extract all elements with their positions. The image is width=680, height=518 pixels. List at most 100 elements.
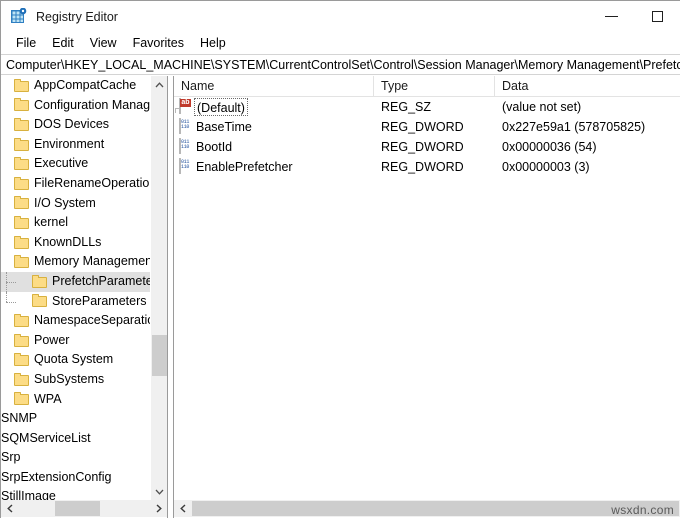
- folder-icon: [14, 138, 30, 152]
- registry-value-row[interactable]: 011110 BootId REG_DWORD 0x00000036 (54): [174, 137, 680, 157]
- folder-icon: [14, 255, 30, 269]
- tree-horizontal-scroll-thumb[interactable]: [55, 501, 100, 516]
- registry-values-pane: Name Type Data ab(Default)REG_SZ(value n…: [174, 76, 680, 518]
- menu-item-view[interactable]: View: [82, 34, 125, 52]
- tree-connector-line: [6, 282, 16, 283]
- folder-icon: [14, 353, 30, 367]
- tree-item-subsystems[interactable]: SubSystems: [1, 370, 150, 390]
- registry-value-type: REG_DWORD: [381, 117, 464, 137]
- tree-scroll-down-button[interactable]: [151, 483, 168, 500]
- folder-icon: [14, 314, 30, 328]
- folder-icon: [14, 118, 30, 132]
- caption-button-group: [588, 1, 680, 32]
- registry-value-data: 0x00000036 (54): [502, 137, 597, 157]
- minimize-button[interactable]: [588, 1, 634, 32]
- tree-item-label: SQMServiceList: [1, 429, 91, 449]
- tree-scroll-right-button[interactable]: [150, 500, 167, 517]
- tree-item-i-o-system[interactable]: I/O System: [1, 194, 150, 214]
- menu-bar: File Edit View Favorites Help: [1, 32, 680, 54]
- tree-item-filerenameoperations[interactable]: FileRenameOperations: [1, 174, 150, 194]
- registry-editor-window: Registry Editor File Edit View Favorites…: [0, 0, 680, 518]
- tree-item-label: kernel: [34, 213, 68, 233]
- tree-item-label: Srp: [1, 448, 20, 468]
- tree-item-dos-devices[interactable]: DOS Devices: [1, 115, 150, 135]
- maximize-button[interactable]: [634, 1, 680, 32]
- tree-connector-line: [6, 292, 7, 302]
- tree-scroll-left-button[interactable]: [1, 500, 18, 517]
- tree-item-environment[interactable]: Environment: [1, 135, 150, 155]
- address-bar[interactable]: Computer\HKEY_LOCAL_MACHINE\SYSTEM\Curre…: [1, 54, 680, 75]
- menu-item-edit[interactable]: Edit: [44, 34, 82, 52]
- registry-editor-icon: [10, 8, 27, 25]
- column-header-name[interactable]: Name: [174, 76, 374, 96]
- tree-item-sqmservicelist[interactable]: SQMServiceList: [1, 429, 150, 449]
- tree-item-label: I/O System: [34, 194, 96, 214]
- menu-item-favorites[interactable]: Favorites: [125, 34, 192, 52]
- tree-item-namespaceseparation[interactable]: NamespaceSeparation: [1, 311, 150, 331]
- tree-item-quota-system[interactable]: Quota System: [1, 350, 150, 370]
- tree-item-label: DOS Devices: [34, 115, 109, 135]
- tree-item-memory-management[interactable]: Memory Management: [1, 252, 150, 272]
- registry-value-row[interactable]: 011110BaseTimeREG_DWORD0x227e59a1 (57870…: [174, 117, 680, 137]
- tree-vertical-scrollbar[interactable]: [150, 76, 167, 500]
- pane-splitter[interactable]: [167, 76, 174, 518]
- tree-item-label: SrpExtensionConfig: [1, 468, 111, 488]
- registry-value-type: REG_SZ: [381, 97, 431, 117]
- folder-icon: [14, 216, 30, 230]
- tree-item-srp[interactable]: Srp: [1, 448, 150, 468]
- registry-value-name: BaseTime: [196, 117, 252, 137]
- tree-item-prefetchparameters[interactable]: PrefetchParameters: [1, 272, 150, 292]
- tree-item-label: NamespaceSeparation: [34, 311, 150, 331]
- tree-item-label: StoreParameters: [52, 292, 146, 312]
- registry-value-data: 0x00000003 (3): [502, 157, 590, 177]
- tree-item-srpextensionconfig[interactable]: SrpExtensionConfig: [1, 468, 150, 488]
- tree-item-executive[interactable]: Executive: [1, 154, 150, 174]
- title-bar: Registry Editor: [1, 1, 680, 32]
- dword-value-icon: 011110: [179, 158, 181, 174]
- registry-value-name: (Default): [194, 98, 248, 116]
- minimize-icon: [605, 16, 618, 17]
- list-horizontal-scroll-thumb[interactable]: [192, 501, 679, 516]
- tree-item-label: FileRenameOperations: [34, 174, 150, 194]
- tree-scroll-up-button[interactable]: [151, 76, 168, 93]
- menu-item-file[interactable]: File: [8, 34, 44, 52]
- tree-item-kernel[interactable]: kernel: [1, 213, 150, 233]
- tree-item-label: StillImage: [1, 487, 56, 500]
- tree-item-power[interactable]: Power: [1, 331, 150, 351]
- column-header-data[interactable]: Data: [495, 76, 680, 96]
- tree-item-stillimage[interactable]: StillImage: [1, 487, 150, 500]
- tree-item-appcompatcache[interactable]: AppCompatCache: [1, 76, 150, 96]
- registry-tree-pane: AppCompatCacheConfiguration ManagerDOS D…: [1, 76, 167, 518]
- folder-icon: [32, 294, 48, 308]
- registry-value-type: REG_DWORD: [381, 137, 464, 157]
- site-watermark: wsxdn.com: [611, 503, 674, 517]
- tree-item-label: Memory Management: [34, 252, 150, 272]
- tree-item-label: Environment: [34, 135, 104, 155]
- registry-value-name: BootId: [196, 137, 232, 157]
- registry-values-list[interactable]: ab(Default)REG_SZ(value not set)011110Ba…: [174, 97, 680, 500]
- menu-item-help[interactable]: Help: [192, 34, 234, 52]
- window-title: Registry Editor: [36, 10, 118, 24]
- registry-value-row[interactable]: 011110EnablePrefetcherREG_DWORD0x0000000…: [174, 157, 680, 177]
- tree-item-storeparameters[interactable]: StoreParameters: [1, 292, 150, 312]
- tree-item-label: KnownDLLs: [34, 233, 101, 253]
- tree-horizontal-scrollbar[interactable]: [1, 500, 167, 517]
- registry-value-row[interactable]: ab(Default)REG_SZ(value not set): [174, 97, 680, 117]
- tree-item-label: AppCompatCache: [34, 76, 136, 96]
- tree-item-configuration-manager[interactable]: Configuration Manager: [1, 96, 150, 116]
- list-scroll-left-button[interactable]: [174, 500, 191, 517]
- list-column-header: Name Type Data: [174, 76, 680, 97]
- dword-value-icon: 011110: [179, 118, 181, 134]
- list-horizontal-scrollbar[interactable]: [174, 500, 680, 517]
- tree-item-label: Executive: [34, 154, 88, 174]
- tree-item-label: Configuration Manager: [34, 96, 150, 116]
- dword-value-icon: 011110: [179, 138, 181, 154]
- maximize-icon: [652, 11, 663, 22]
- column-header-type[interactable]: Type: [374, 76, 495, 96]
- registry-tree[interactable]: AppCompatCacheConfiguration ManagerDOS D…: [1, 76, 150, 500]
- tree-item-knowndlls[interactable]: KnownDLLs: [1, 233, 150, 253]
- tree-item-wpa[interactable]: WPA: [1, 390, 150, 410]
- tree-item-label: PrefetchParameters: [52, 272, 150, 292]
- tree-vertical-scroll-thumb[interactable]: [152, 335, 167, 376]
- tree-item-snmp[interactable]: SNMP: [1, 409, 150, 429]
